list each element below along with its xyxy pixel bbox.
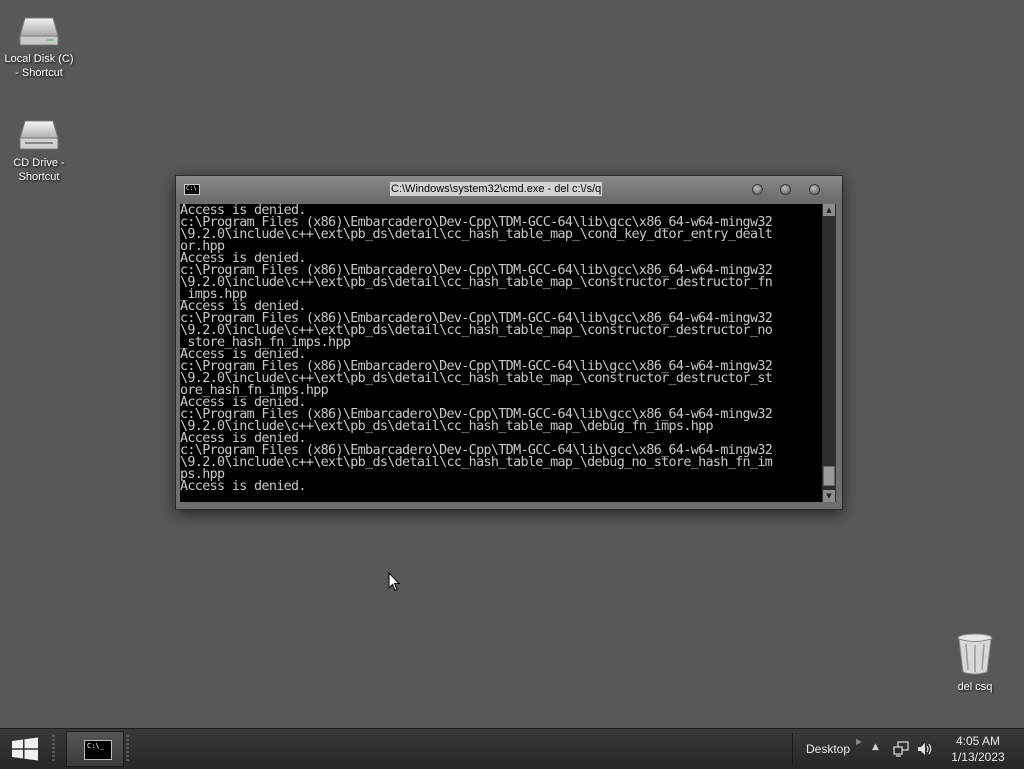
cd-drive-icon xyxy=(19,120,59,150)
console-output[interactable]: Access is denied. c:\Program Files (x86)… xyxy=(180,204,822,502)
show-hidden-icons-icon[interactable]: ▲ xyxy=(872,742,879,752)
taskbar-grip[interactable] xyxy=(52,735,55,763)
taskbar: C:\_ Desktop ▶ ▲ 4:05 AM 1/13/2023 xyxy=(0,728,1024,769)
local-disk-shortcut[interactable]: Local Disk (C) - Shortcut xyxy=(0,14,78,80)
cmd-task-icon: C:\_ xyxy=(84,740,112,760)
window-titlebar[interactable]: C:\ C:\Windows\system32\cmd.exe - del c:… xyxy=(176,176,842,202)
recycle-bin-shortcut[interactable]: del csq xyxy=(936,632,1014,694)
console-line: \9.2.0\include\c++\ext\pb_ds\detail\cc_h… xyxy=(180,455,773,470)
minimize-button[interactable] xyxy=(752,184,763,195)
clock-date: 1/13/2023 xyxy=(951,750,1005,764)
window-title: C:\Windows\system32\cmd.exe - del c:\/s/… xyxy=(390,182,603,196)
network-icon[interactable] xyxy=(893,741,909,757)
taskbar-separator xyxy=(792,733,793,765)
volume-icon[interactable] xyxy=(917,741,933,757)
console-scrollbar[interactable]: ▲ ▼ xyxy=(822,204,836,502)
system-clock[interactable]: 4:05 AM 1/13/2023 xyxy=(940,733,1016,765)
scroll-down-arrow-icon[interactable]: ▼ xyxy=(823,490,835,502)
close-button[interactable] xyxy=(809,184,820,195)
mouse-pointer-icon xyxy=(388,572,400,592)
recycle-bin-icon xyxy=(957,633,993,675)
console-line: \9.2.0\include\c++\ext\pb_ds\detail\cc_h… xyxy=(180,227,773,242)
taskbar-grip[interactable] xyxy=(126,735,129,763)
cmd-icon[interactable]: C:\ xyxy=(184,184,200,195)
scrollbar-thumb[interactable] xyxy=(823,466,835,486)
taskbar-cmd-button[interactable]: C:\_ xyxy=(66,731,124,767)
start-button[interactable] xyxy=(8,735,42,763)
hard-drive-icon xyxy=(19,17,59,46)
console-text: Access is denied. c:\Program Files (x86)… xyxy=(180,204,822,493)
scroll-up-arrow-icon[interactable]: ▲ xyxy=(823,204,835,216)
desktop: Local Disk (C) - Shortcut CD Drive - Sho… xyxy=(0,0,1024,728)
cmd-window[interactable]: C:\ C:\Windows\system32\cmd.exe - del c:… xyxy=(175,175,843,510)
cd-drive-shortcut[interactable]: CD Drive - Shortcut xyxy=(0,118,78,184)
recycle-bin-label: del csq xyxy=(957,681,993,693)
chevron-right-icon[interactable]: ▶ xyxy=(856,737,862,746)
console-line: \9.2.0\include\c++\ext\pb_ds\detail\cc_h… xyxy=(180,275,773,290)
local-disk-label: Local Disk (C) - Shortcut xyxy=(4,53,74,79)
maximize-button[interactable] xyxy=(780,184,791,195)
desktop-toolbar-label[interactable]: Desktop xyxy=(806,742,850,756)
cd-drive-label: CD Drive - Shortcut xyxy=(13,157,65,183)
clock-time: 4:05 AM xyxy=(955,734,1001,748)
console-line: Access is denied. xyxy=(180,479,307,494)
